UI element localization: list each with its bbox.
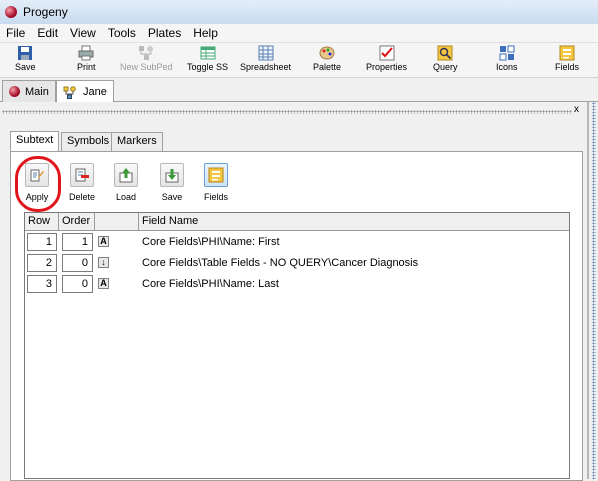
fields-icon: [559, 45, 575, 61]
spreadsheet-toolbar-button[interactable]: Spreadsheet: [240, 45, 291, 72]
save-toolbar-label: Save: [15, 62, 36, 72]
query-toolbar-button[interactable]: Query: [433, 45, 458, 72]
icons-toolbar-label: Icons: [496, 62, 518, 72]
delete-icon: [75, 168, 89, 182]
spreadsheet-toolbar-label: Spreadsheet: [240, 62, 292, 72]
text-type-icon[interactable]: A: [98, 278, 109, 289]
properties-toolbar-label: Properties: [366, 62, 408, 72]
tab-subtext[interactable]: Subtext: [10, 131, 60, 152]
main-toolbar: Save Print New SubPed Toggle SS Spreadsh…: [0, 43, 598, 78]
print-toolbar-button[interactable]: Print: [77, 45, 96, 72]
load-button[interactable]: Load: [114, 163, 138, 202]
fields-toolbar-button[interactable]: Fields: [555, 45, 579, 72]
row-number-field[interactable]: 1: [27, 233, 57, 251]
toggle-ss-toolbar-label: Toggle SS: [187, 62, 229, 72]
print-toolbar-label: Print: [77, 62, 96, 72]
field-name-cell: Core Fields\PHI\Name: First: [142, 236, 280, 248]
fields-button[interactable]: Fields: [204, 163, 228, 202]
icons-icon: [499, 45, 515, 61]
doc-tab-main-label: Main: [25, 85, 49, 98]
new-subped-icon: [139, 46, 154, 60]
close-panel-icon[interactable]: x: [574, 104, 579, 115]
field-name-cell: Core Fields\PHI\Name: Last: [142, 278, 279, 290]
delete-label: Delete: [69, 192, 96, 202]
doc-tab-main[interactable]: Main: [2, 80, 56, 102]
text-type-icon[interactable]: A: [98, 236, 109, 247]
col-header-field-name[interactable]: Field Name: [139, 213, 569, 231]
col-header-order[interactable]: Order: [59, 213, 95, 231]
toggle-spreadsheet-icon: [200, 46, 216, 60]
delete-button[interactable]: Delete: [69, 163, 95, 202]
order-field[interactable]: 1: [62, 233, 93, 251]
menu-bar: File Edit View Tools Plates Help: [0, 24, 598, 43]
tab-symbols[interactable]: Symbols: [61, 132, 116, 151]
field-name-cell: Core Fields\Table Fields - NO QUERY\Canc…: [142, 257, 419, 269]
col-header-row[interactable]: Row: [25, 213, 59, 231]
apply-highlight-ring: [15, 156, 61, 212]
tab-markers[interactable]: Markers: [111, 132, 163, 151]
red-ball-icon: [9, 86, 20, 97]
document-tab-strip: Main Jane: [0, 78, 598, 103]
pedigree-icon: [63, 85, 76, 99]
title-bar: Progeny: [0, 0, 598, 24]
doc-tab-jane[interactable]: Jane: [56, 80, 114, 103]
menu-help[interactable]: Help: [187, 26, 224, 40]
col-header-type[interactable]: [95, 213, 139, 231]
panel-header: [0, 102, 598, 126]
query-toolbar-label: Query: [433, 62, 458, 72]
spreadsheet-icon: [258, 45, 274, 61]
palette-toolbar-button[interactable]: Palette: [313, 45, 341, 72]
save-button[interactable]: Save: [160, 163, 184, 202]
menu-tools[interactable]: Tools: [102, 26, 142, 40]
table-row[interactable]: 2 0 ↓ Core Fields\Table Fields - NO QUER…: [25, 253, 569, 273]
menu-edit[interactable]: Edit: [31, 26, 64, 40]
subtext-field-grid: Row Order Field Name 1 1 A Core Fields\P…: [24, 212, 570, 479]
save-toolbar-button[interactable]: Save: [15, 45, 36, 72]
dropdown-type-icon[interactable]: ↓: [98, 257, 109, 268]
save-label: Save: [161, 192, 183, 202]
properties-icon: [379, 45, 395, 61]
splitter-divider[interactable]: [587, 102, 589, 479]
icons-toolbar-button[interactable]: Icons: [496, 45, 518, 72]
panel-grip[interactable]: [2, 110, 572, 114]
save-green-icon: [165, 169, 179, 183]
floppy-icon: [18, 46, 33, 60]
window-title: Progeny: [23, 5, 68, 19]
palette-toolbar-label: Palette: [313, 62, 342, 72]
table-row[interactable]: 1 1 A Core Fields\PHI\Name: First: [25, 232, 569, 252]
order-field[interactable]: 0: [62, 254, 93, 272]
splitter-grip[interactable]: [592, 102, 596, 479]
load-label: Load: [115, 192, 137, 202]
query-icon: [437, 45, 453, 61]
row-number-field[interactable]: 3: [27, 275, 57, 293]
grid-header: Row Order Field Name: [25, 213, 569, 231]
order-field[interactable]: 0: [62, 275, 93, 293]
menu-file[interactable]: File: [0, 26, 31, 40]
table-row[interactable]: 3 0 A Core Fields\PHI\Name: Last: [25, 274, 569, 294]
fields-label: Fields: [204, 192, 229, 202]
printer-icon: [78, 45, 94, 61]
fields-toolbar-label: Fields: [555, 62, 580, 72]
fields-icon: [208, 167, 224, 183]
new-subped-toolbar-button[interactable]: New SubPed: [120, 45, 173, 72]
menu-view[interactable]: View: [64, 26, 102, 40]
app-logo-icon: [5, 6, 17, 18]
doc-tab-jane-label: Jane: [83, 86, 107, 98]
toggle-ss-toolbar-button[interactable]: Toggle SS: [187, 45, 228, 72]
properties-toolbar-button[interactable]: Properties: [366, 45, 407, 72]
palette-icon: [319, 46, 335, 60]
menu-plates[interactable]: Plates: [142, 26, 187, 40]
load-icon: [119, 168, 133, 183]
new-subped-toolbar-label: New SubPed: [120, 62, 173, 72]
row-number-field[interactable]: 2: [27, 254, 57, 272]
